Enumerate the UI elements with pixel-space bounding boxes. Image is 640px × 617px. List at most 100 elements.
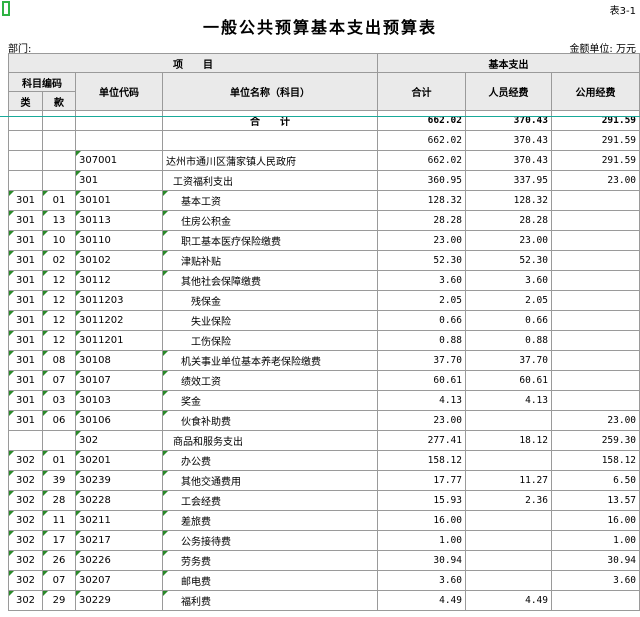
- cell-personnel: [465, 550, 552, 571]
- cell-unit-name: [162, 130, 378, 151]
- cell-category: [8, 170, 43, 191]
- cell-unit-name: 津贴补贴: [162, 250, 378, 271]
- cell-category: [8, 130, 43, 151]
- cell-public: [550, 350, 640, 371]
- cell-unit-code: 30228: [75, 490, 163, 511]
- cell-personnel: 60.61: [465, 370, 552, 391]
- cell-public: 291.59: [550, 130, 640, 151]
- table-row: 301 12 3011201 工伤保险 0.88 0.88: [8, 330, 640, 351]
- total-cell-empty: [8, 110, 43, 131]
- cell-personnel: [465, 530, 552, 551]
- cell-unit-code: [75, 130, 163, 151]
- cell-category: 302: [8, 510, 43, 531]
- cell-category: 301: [8, 250, 43, 271]
- cell-public: 13.57: [550, 490, 640, 511]
- cell-unit-name: 绩效工资: [162, 370, 378, 391]
- cell-personnel: 370.43: [465, 150, 552, 171]
- table-row: 302 26 30226 劳务费 30.94 30.94: [8, 550, 640, 571]
- cell-unit-name: 工会经费: [162, 490, 378, 511]
- cell-category: 302: [8, 470, 43, 491]
- cell-item: 12: [42, 310, 76, 331]
- cell-public: 291.59: [550, 150, 640, 171]
- freeze-pane-line: [0, 116, 640, 117]
- total-label: 合 计: [162, 110, 378, 131]
- cell-total: 28.28: [377, 210, 466, 231]
- cell-unit-code: 30103: [75, 390, 163, 411]
- cell-public: 6.50: [550, 470, 640, 491]
- cell-unit-name: 办公费: [162, 450, 378, 471]
- cell-total: 158.12: [377, 450, 466, 471]
- cell-unit-name: 公务接待费: [162, 530, 378, 551]
- cell-total: 128.32: [377, 190, 466, 211]
- cell-unit-code: 30217: [75, 530, 163, 551]
- header-unit-name: 单位名称（科目）: [162, 72, 378, 111]
- cell-personnel: 370.43: [465, 130, 552, 151]
- total-public: 291.59: [550, 110, 640, 131]
- cell-category: 302: [8, 550, 43, 571]
- table-row: 301 02 30102 津贴补贴 52.30 52.30: [8, 250, 640, 271]
- table-header: 项 目 基本支出 科目编码 单位代码 单位名称（科目） 合计 人员经费 公用经费…: [8, 53, 640, 111]
- cell-item: 12: [42, 270, 76, 291]
- cell-item: [42, 430, 76, 451]
- cell-personnel: 3.60: [465, 270, 552, 291]
- cell-public: [550, 270, 640, 291]
- table-row: 301 01 30101 基本工资 128.32 128.32: [8, 190, 640, 211]
- cell-category: 301: [8, 290, 43, 311]
- table-row: 302 28 30228 工会经费 15.93 2.36 13.57: [8, 490, 640, 511]
- cell-public: [550, 190, 640, 211]
- table-row: 301 工资福利支出 360.95 337.95 23.00: [8, 170, 640, 191]
- cell-category: 301: [8, 330, 43, 351]
- cell-total: 3.60: [377, 270, 466, 291]
- cell-unit-name: 达州市通川区蒲家镇人民政府: [162, 150, 378, 171]
- cell-category: 301: [8, 350, 43, 371]
- cell-item: 12: [42, 290, 76, 311]
- cell-unit-code: 30108: [75, 350, 163, 371]
- cell-unit-code: 301: [75, 170, 163, 191]
- cell-item: 39: [42, 470, 76, 491]
- cell-unit-name: 基本工资: [162, 190, 378, 211]
- table-row: 301 13 30113 住房公积金 28.28 28.28: [8, 210, 640, 231]
- cell-unit-code: 30229: [75, 590, 163, 611]
- cell-personnel: [465, 570, 552, 591]
- cell-unit-code: 3011201: [75, 330, 163, 351]
- cell-unit-name: 失业保险: [162, 310, 378, 331]
- header-subject-code: 科目编码: [8, 72, 76, 92]
- cell-public: 3.60: [550, 570, 640, 591]
- cell-total: 277.41: [377, 430, 466, 451]
- cell-unit-code: 30102: [75, 250, 163, 271]
- cell-personnel: 23.00: [465, 230, 552, 251]
- cell-category: 302: [8, 590, 43, 611]
- header-item: 款: [42, 91, 76, 111]
- cell-personnel: 2.36: [465, 490, 552, 511]
- cell-personnel: 0.88: [465, 330, 552, 351]
- table-row: 301 08 30108 机关事业单位基本养老保险缴费 37.70 37.70: [8, 350, 640, 371]
- cell-unit-code: 30207: [75, 570, 163, 591]
- cell-public: 30.94: [550, 550, 640, 571]
- cell-category: [8, 430, 43, 451]
- cell-item: [42, 130, 76, 151]
- cell-unit-name: 邮电费: [162, 570, 378, 591]
- table-row: 302 商品和服务支出 277.41 18.12 259.30: [8, 430, 640, 451]
- cell-category: 302: [8, 570, 43, 591]
- cell-category: 301: [8, 190, 43, 211]
- cell-public: 158.12: [550, 450, 640, 471]
- cell-public: [550, 390, 640, 411]
- cell-total: 3.60: [377, 570, 466, 591]
- cell-total: 0.88: [377, 330, 466, 351]
- cell-unit-name: 住房公积金: [162, 210, 378, 231]
- cell-item: 26: [42, 550, 76, 571]
- table-row: 302 17 30217 公务接待费 1.00 1.00: [8, 530, 640, 551]
- total-personnel: 370.43: [465, 110, 552, 131]
- cell-unit-code: 30226: [75, 550, 163, 571]
- cell-unit-code: 3011203: [75, 290, 163, 311]
- cell-unit-name: 奖金: [162, 390, 378, 411]
- cell-unit-code: 3011202: [75, 310, 163, 331]
- cell-item: 07: [42, 570, 76, 591]
- cell-item: 06: [42, 410, 76, 431]
- cell-personnel: 0.66: [465, 310, 552, 331]
- cell-category: [8, 150, 43, 171]
- cell-total: 0.66: [377, 310, 466, 331]
- table-row: 302 11 30211 差旅费 16.00 16.00: [8, 510, 640, 531]
- cell-unit-code: 30113: [75, 210, 163, 231]
- cell-category: 302: [8, 490, 43, 511]
